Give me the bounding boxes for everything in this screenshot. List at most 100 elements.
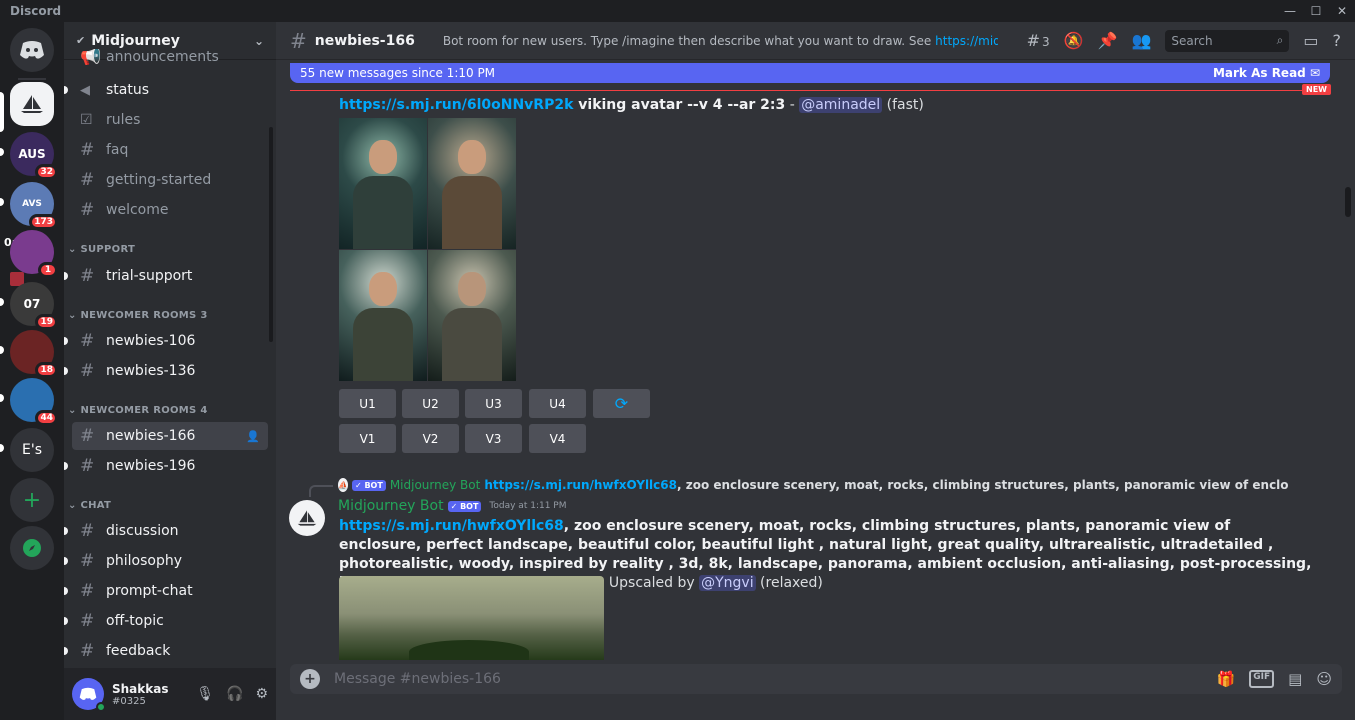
reply-link[interactable]: https://s.mj.run/hwfxOYllc68 (484, 478, 677, 492)
user-panel: Shakkas #0325 🎙 🎧 ⚙ (64, 668, 276, 720)
server-icon[interactable]: 1 (10, 230, 58, 278)
mention-badge: 44 (35, 410, 58, 426)
microphone-icon[interactable]: 🎙 (196, 686, 214, 702)
explore-compass-icon[interactable] (10, 526, 54, 570)
author-name[interactable]: Midjourney Bot (338, 498, 444, 514)
separator: - (785, 97, 800, 113)
channel-philosophy[interactable]: # philosophy (64, 547, 268, 575)
home-button[interactable] (10, 28, 54, 72)
channel-label: off-topic (106, 613, 164, 629)
generated-image[interactable] (339, 118, 427, 249)
avatar[interactable] (289, 500, 325, 536)
close-icon[interactable]: ✕ (1329, 0, 1355, 22)
category-support[interactable]: ⌄ SUPPORT (68, 244, 135, 255)
channel-prompt-chat[interactable]: # prompt-chat (64, 577, 268, 605)
channel-status[interactable]: ◀ status (64, 76, 268, 104)
generated-image[interactable] (339, 250, 427, 381)
prompt-link[interactable]: https://s.mj.run/6l0oNNvRP2k (339, 97, 573, 113)
chat-scrollbar[interactable] (1345, 187, 1351, 217)
composer-tools: 🎁 GIF ▤ ☺ (1217, 670, 1332, 688)
channel-announcements[interactable]: 📢 announcements (72, 49, 268, 65)
upscale-1-button[interactable]: U1 (339, 389, 396, 418)
variation-4-button[interactable]: V4 (529, 424, 586, 453)
upscale-3-button[interactable]: U3 (465, 389, 522, 418)
help-icon[interactable]: ? (1333, 31, 1342, 50)
reroll-button[interactable]: ⟳ (593, 389, 650, 418)
server-label: AVS (22, 199, 42, 209)
mark-as-read-button[interactable]: Mark As Read ✉ (1213, 66, 1320, 80)
sidebar-scrollbar[interactable] (269, 127, 273, 342)
gift-icon[interactable]: 🎁 (1217, 670, 1236, 688)
upscale-4-button[interactable]: U4 (529, 389, 586, 418)
channel-faq[interactable]: # faq (72, 136, 268, 164)
channel-feedback[interactable]: # feedback (64, 637, 268, 665)
user-mention[interactable]: @aminadel (799, 97, 883, 113)
channel-label: welcome (106, 202, 169, 218)
add-server-icon[interactable]: + (10, 478, 54, 522)
minimize-icon[interactable]: — (1277, 0, 1303, 22)
channel-discussion[interactable]: # discussion (64, 517, 268, 545)
invite-member-icon[interactable]: 👤 (246, 430, 260, 443)
category-chat[interactable]: ⌄ CHAT (68, 500, 111, 511)
gear-icon[interactable]: ⚙ (255, 686, 268, 702)
emoji-icon[interactable]: ☺ (1316, 670, 1332, 688)
headphones-icon[interactable]: 🎧 (226, 686, 243, 702)
member-list-icon[interactable]: 👥 (1131, 31, 1151, 50)
server-icon[interactable]: 18 (10, 330, 58, 378)
channel-rules[interactable]: ☑ rules (72, 106, 268, 134)
channel-getting-started[interactable]: # getting-started (72, 166, 268, 194)
upscaled-image[interactable] (339, 576, 604, 660)
server-midjourney[interactable] (10, 82, 54, 126)
channel-welcome[interactable]: # welcome (72, 196, 268, 224)
server-icon[interactable]: 07 19 (10, 282, 58, 330)
channel-label: newbies-106 (106, 333, 196, 349)
channel-label: rules (106, 112, 141, 128)
server-icon[interactable]: 44 (10, 378, 58, 426)
inbox-icon[interactable]: ▭ (1303, 31, 1318, 50)
reply-author[interactable]: Midjourney Bot (390, 478, 481, 492)
channel-trial-support[interactable]: # trial-support (64, 262, 268, 290)
new-messages-bar[interactable]: 55 new messages since 1:10 PM Mark As Re… (290, 63, 1330, 83)
sticker-icon[interactable]: ▤ (1288, 670, 1302, 688)
threads-icon[interactable]: #3 (1027, 31, 1050, 50)
server-icon[interactable]: AVS 173 (10, 182, 58, 230)
channel-off-topic[interactable]: # off-topic (64, 607, 268, 635)
message-input[interactable] (334, 671, 1174, 687)
server-icon[interactable]: E's (10, 428, 54, 472)
reply-connector (309, 485, 333, 497)
gif-icon[interactable]: GIF (1249, 670, 1275, 688)
mute-notifications-icon[interactable]: 🔕 (1064, 31, 1084, 50)
channel-newbies-136[interactable]: # newbies-136 (64, 357, 268, 385)
channel-newbies-166[interactable]: # newbies-166 👤 (72, 422, 268, 450)
variation-1-button[interactable]: V1 (339, 424, 396, 453)
maximize-icon[interactable]: ☐ (1303, 0, 1329, 22)
variation-3-button[interactable]: V3 (465, 424, 522, 453)
reply-preview[interactable]: ⛵ ✓ BOT Midjourney Bot https://s.mj.run/… (338, 478, 1288, 492)
topic-link[interactable]: https://midjourney.git... (935, 34, 998, 48)
chevron-down-icon[interactable]: ⌄ (254, 34, 264, 48)
variation-2-button[interactable]: V2 (402, 424, 459, 453)
image-grid[interactable] (339, 118, 516, 382)
channel-newbies-196[interactable]: # newbies-196 (64, 452, 268, 480)
bot-tag: ✓ BOT (447, 500, 482, 512)
avatar[interactable] (72, 678, 106, 712)
user-mention[interactable]: @Yngvi (699, 575, 756, 591)
server-icon[interactable]: AUS 32 (10, 132, 58, 180)
category-newcomer-rooms-3[interactable]: ⌄ NEWCOMER ROOMS 3 (68, 310, 208, 321)
add-attachment-icon[interactable]: + (300, 669, 320, 689)
generated-image[interactable] (428, 118, 516, 249)
upscale-2-button[interactable]: U2 (402, 389, 459, 418)
server-label: AUS (18, 147, 46, 161)
unread-indicator (64, 86, 68, 94)
search-input[interactable]: Search ⌕ (1165, 29, 1290, 52)
hash-icon: # (80, 200, 95, 220)
channel-newbies-106[interactable]: # newbies-106 (64, 327, 268, 355)
prompt-link[interactable]: https://s.mj.run/hwfxOYllc68 (339, 518, 564, 534)
generated-image[interactable] (428, 250, 516, 381)
category-newcomer-rooms-4[interactable]: ⌄ NEWCOMER ROOMS 4 (68, 405, 208, 416)
unread-indicator (64, 462, 68, 470)
channel-topic[interactable]: Bot room for new users. Type /imagine th… (443, 34, 998, 48)
bot-tag: ✓ BOT (351, 479, 386, 491)
pin-icon[interactable]: 📌 (1098, 31, 1118, 50)
upscaled-by-text: - Upscaled by (594, 575, 700, 591)
